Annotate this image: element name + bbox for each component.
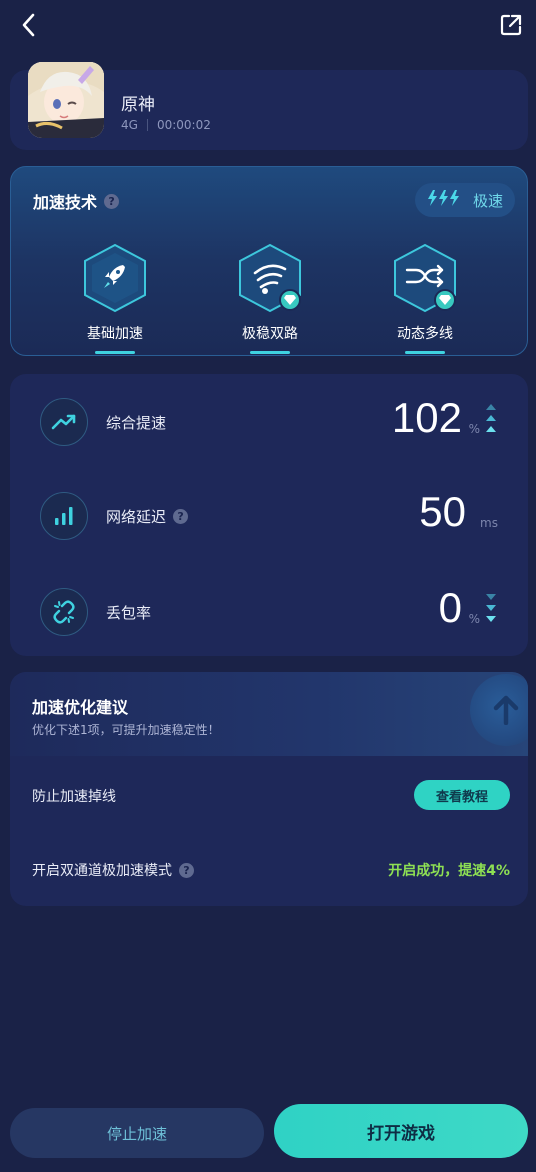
- external-link-icon: [500, 14, 522, 36]
- stats-card: 综合提速 102 % 网络延迟 ? 50 ms 丢包率 0 %: [10, 374, 528, 656]
- advice-row-prevent-drop: 防止加速掉线: [32, 789, 116, 805]
- network-type: 4G: [121, 118, 138, 132]
- stop-acceleration-button[interactable]: 停止加速: [10, 1108, 264, 1158]
- hexagon-badge: [82, 243, 148, 313]
- meta-divider: [146, 119, 148, 131]
- hexagon-badge: [237, 243, 303, 313]
- stat-label: 综合提速: [106, 414, 167, 432]
- stat-value: 0: [438, 584, 462, 631]
- advice-header: 加速优化建议 优化下述1项，可提升加速稳定性！: [10, 672, 528, 756]
- premium-gem-icon: [279, 289, 301, 311]
- signal-bars-icon: [40, 492, 88, 540]
- stat-value: 102: [391, 394, 462, 441]
- tech-title-text: 加速技术: [33, 193, 98, 212]
- question-circle-icon[interactable]: ?: [179, 862, 194, 878]
- dual-channel-status: 开启成功，提速4%: [388, 863, 510, 879]
- view-tutorial-button[interactable]: 查看教程: [414, 780, 510, 810]
- tech-item-indicator: [95, 351, 135, 354]
- tech-item-dual-path[interactable]: 极稳双路: [210, 243, 330, 354]
- trend-up-icon: [40, 398, 88, 446]
- hexagon-badge: [392, 243, 458, 313]
- premium-gem-icon: [434, 289, 456, 311]
- top-bar: [0, 0, 536, 52]
- advice-row-dual-channel-label: 开启双通道极加速模式: [32, 863, 172, 879]
- game-app-icon: [28, 62, 104, 138]
- back-button[interactable]: [14, 10, 44, 40]
- tech-item-label: 极稳双路: [242, 326, 298, 342]
- stat-label: 丢包率: [106, 604, 152, 622]
- question-circle-icon[interactable]: ?: [173, 509, 189, 524]
- tech-item-multi-route[interactable]: 动态多线: [365, 243, 485, 354]
- optimization-advice-card: 加速优化建议 优化下述1项，可提升加速稳定性！ 防止加速掉线 查看教程 开启双通…: [10, 672, 528, 906]
- advice-subtitle: 优化下述1项，可提升加速稳定性！: [32, 723, 220, 737]
- tech-item-label: 动态多线: [397, 326, 453, 342]
- speed-mode-label: 极速: [472, 191, 503, 210]
- arrow-up-icon: [470, 674, 528, 746]
- elapsed-time: 00:00:02: [156, 118, 211, 132]
- stat-row-latency: 网络延迟 ? 50 ms: [10, 484, 528, 544]
- game-title: 原神: [121, 95, 155, 115]
- advice-title: 加速优化建议: [32, 698, 129, 717]
- tech-item-indicator: [250, 351, 290, 354]
- share-button[interactable]: [496, 10, 526, 40]
- tech-item-label: 基础加速: [87, 326, 143, 342]
- stat-unit: %: [468, 422, 480, 436]
- down-arrows-icon: [484, 594, 498, 624]
- stat-label: 网络延迟: [106, 508, 167, 526]
- stat-unit: ms: [480, 516, 498, 530]
- stat-label-wrap: 网络延迟 ?: [106, 506, 189, 527]
- chevron-left-icon: [22, 13, 35, 37]
- tech-item-basic[interactable]: 基础加速: [55, 243, 175, 354]
- tech-item-indicator: [405, 351, 445, 354]
- acceleration-tech-card: 加速技术 ? 极速 基础加速 极稳双路 动态多线: [10, 166, 528, 356]
- question-circle-icon[interactable]: ?: [104, 193, 120, 209]
- game-meta: 4G 00:00:02: [121, 118, 211, 132]
- stat-row-packet-loss: 丢包率 0 %: [10, 580, 528, 640]
- open-game-button[interactable]: 打开游戏: [274, 1104, 528, 1158]
- game-card: 原神 4G 00:00:02: [10, 62, 528, 150]
- speed-mode-badge[interactable]: 极速: [414, 183, 515, 217]
- tech-title: 加速技术 ?: [33, 189, 120, 213]
- broken-link-icon: [40, 588, 88, 636]
- up-arrows-icon: [484, 404, 498, 434]
- stat-value: 50: [419, 488, 466, 535]
- advice-row-dual-channel: 开启双通道极加速模式 ?: [32, 860, 194, 880]
- stat-unit: %: [468, 612, 480, 626]
- stat-row-speedup: 综合提速 102 %: [10, 390, 528, 450]
- triple-bolt-icon: [427, 190, 461, 210]
